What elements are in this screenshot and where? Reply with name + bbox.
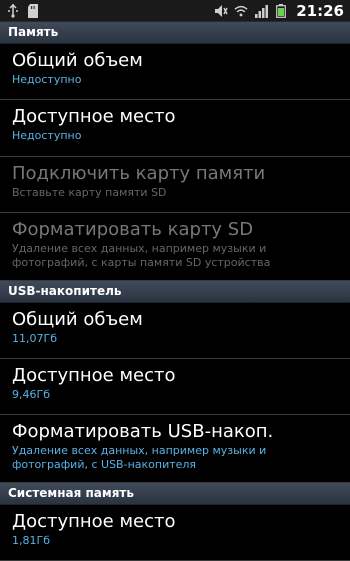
list-item-available-space[interactable]: Доступное место Недоступно xyxy=(0,100,350,157)
status-bar: 21:26 xyxy=(0,0,350,22)
item-title: Доступное место xyxy=(12,365,176,386)
item-subtitle: Удаление всех данных, например музыки и … xyxy=(12,242,271,269)
item-title: Форматировать карту SD xyxy=(12,219,254,240)
status-time: 21:26 xyxy=(296,1,344,20)
item-subtitle: Удаление всех данных, например музыки и … xyxy=(12,444,267,471)
section-header-usb-storage: USB-накопитель xyxy=(0,281,350,303)
list-item-usb-available-space[interactable]: Доступное место 9,46Гб xyxy=(0,359,350,415)
item-subtitle: Вставьте карту памяти SD xyxy=(12,186,167,199)
list-item-system-available-space[interactable]: Доступное место 1,81Гб xyxy=(0,505,350,561)
status-bar-left xyxy=(6,3,40,18)
sd-card-icon xyxy=(26,3,40,18)
item-subtitle: 9,46Гб xyxy=(12,388,50,401)
wifi-icon xyxy=(234,4,248,18)
item-title: Доступное место xyxy=(12,106,176,127)
item-title: Доступное место xyxy=(12,511,176,532)
usb-icon xyxy=(6,3,20,18)
item-title: Общий объем xyxy=(12,50,143,71)
list-item-total-space[interactable]: Общий объем Недоступно xyxy=(0,44,350,100)
section-header-memory: Память xyxy=(0,22,350,44)
item-subtitle: Недоступно xyxy=(12,73,82,86)
settings-list: Память Общий объем Недоступно Доступное … xyxy=(0,22,350,561)
item-subtitle: 11,07Гб xyxy=(12,332,57,345)
item-title: Подключить карту памяти xyxy=(12,163,266,184)
mute-icon xyxy=(214,4,228,18)
signal-icon xyxy=(254,4,269,18)
item-subtitle: 1,81Гб xyxy=(12,534,50,547)
list-item-format-usb-storage[interactable]: Форматировать USB-накоп. Удаление всех д… xyxy=(0,415,350,483)
item-title: Форматировать USB-накоп. xyxy=(12,421,274,442)
list-item-usb-total-space[interactable]: Общий объем 11,07Гб xyxy=(0,303,350,359)
status-bar-right: 21:26 xyxy=(214,2,344,20)
section-header-system-memory: Системная память xyxy=(0,483,350,505)
list-item-mount-sd-card[interactable]: Подключить карту памяти Вставьте карту п… xyxy=(0,157,350,213)
battery-icon xyxy=(274,3,288,18)
item-title: Общий объем xyxy=(12,309,143,330)
item-subtitle: Недоступно xyxy=(12,129,82,142)
list-item-format-sd-card[interactable]: Форматировать карту SD Удаление всех дан… xyxy=(0,213,350,281)
